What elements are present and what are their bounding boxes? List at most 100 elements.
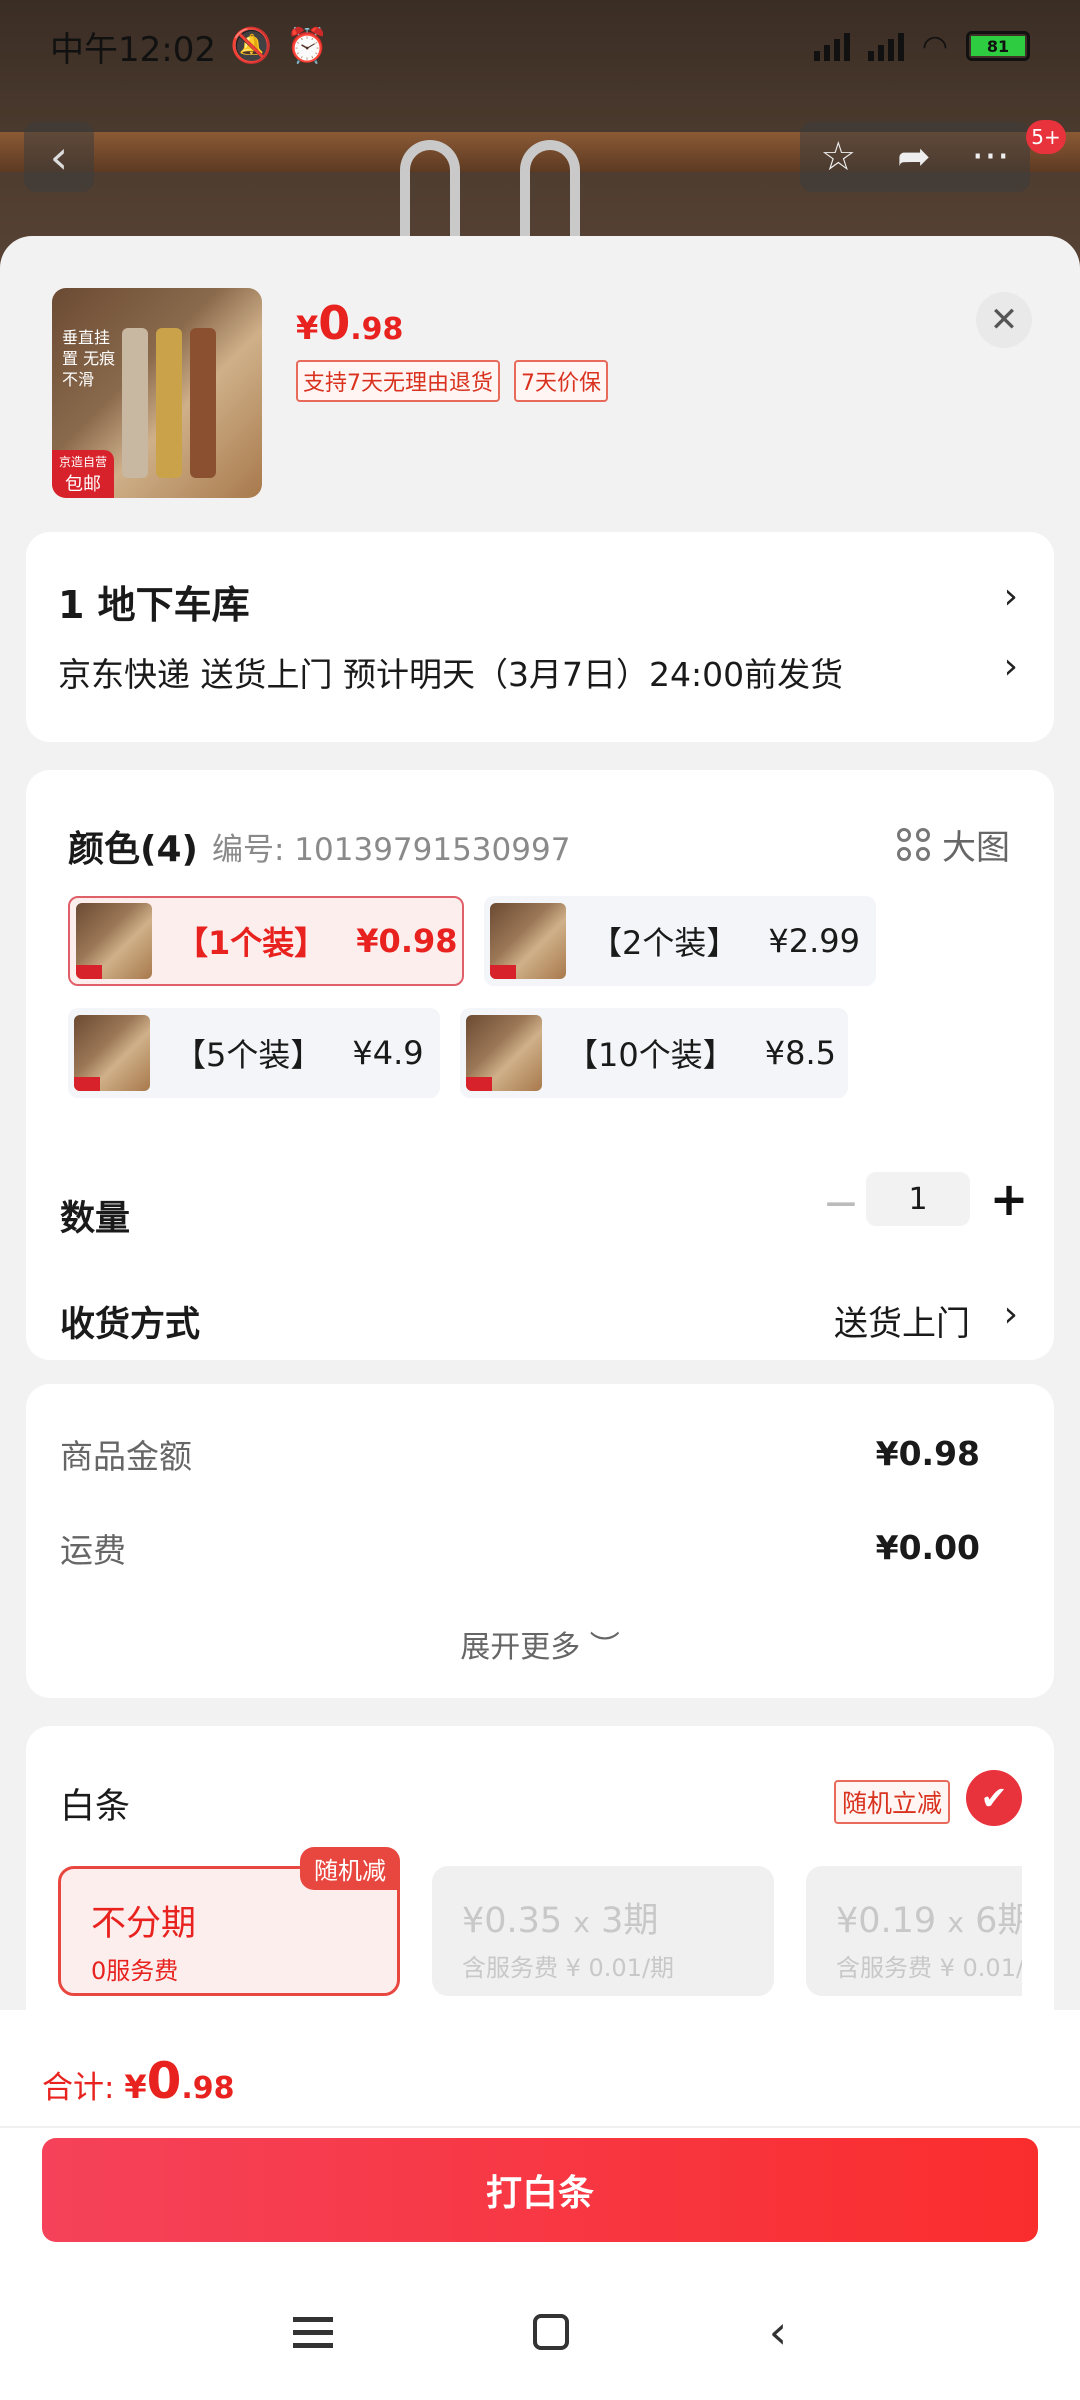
total-currency: ¥ (124, 2068, 147, 2106)
chevron-left-icon: ‹ (49, 130, 69, 184)
brand-label: 京造自营 (58, 454, 107, 469)
expand-more-button[interactable]: 展开更多 ︶ (26, 1622, 1054, 1666)
status-bar: 中午12:02 🔕 ⏰ ◠ 81 (0, 0, 1080, 92)
option-thumbnail (466, 1015, 542, 1091)
spec-option-4[interactable]: 【10个装】 ¥8.5 (460, 1008, 848, 1098)
spec-title: 颜色(4) (68, 829, 198, 870)
big-image-button[interactable]: 大图 (897, 820, 1010, 869)
product-code: 编号: 10139791530997 (212, 832, 571, 868)
option-label: 【5个装】 (174, 1036, 323, 1074)
grid-icon (897, 828, 930, 861)
plan-title: 不分期 (91, 1904, 197, 1944)
product-thumbnail[interactable]: 垂直挂置 无痕 不滑 京造自营 包邮 (52, 288, 262, 498)
random-reduce-tag: 随机减 (300, 1847, 400, 1890)
plan-title: ¥0.19 x 6期 (836, 1892, 1022, 1943)
back-button[interactable]: ‹ (24, 122, 94, 192)
scarf-decoration (190, 328, 216, 478)
address-title: 1 地下车库 (58, 583, 250, 627)
home-icon[interactable] (532, 2314, 569, 2350)
quantity-label: 数量 (60, 1199, 131, 1239)
message-badge: 5+ (1026, 120, 1066, 154)
plan-6-periods[interactable]: ¥0.19 x 6期 含服务费 ¥ 0.01/期 (806, 1866, 1022, 1996)
price-protect-tag: 7天价保 (514, 360, 608, 402)
big-image-label: 大图 (942, 828, 1010, 868)
checkout-bar: 合计: ¥0.98 打白条 ‹ (0, 2010, 1080, 2400)
option-price: ¥0.98 (356, 922, 458, 960)
plan-fee: 含服务费 ¥ 0.01/期 (462, 1954, 675, 1982)
total-label: 合计: (42, 2070, 125, 2106)
freight-value: ¥0.00 (875, 1528, 980, 1567)
star-icon[interactable]: ☆ (820, 134, 856, 180)
option-label: 【2个装】 (590, 924, 739, 962)
close-icon: ✕ (989, 300, 1019, 340)
spec-option-3[interactable]: 【5个装】 ¥4.9 (68, 1008, 440, 1098)
chevron-right-icon[interactable]: › (1004, 1294, 1018, 1335)
free-shipping-label: 包邮 (65, 473, 101, 495)
service-tags: 支持7天无理由退货 7天价保 (296, 360, 608, 402)
plus-icon: + (989, 1172, 1029, 1226)
thumbnail-text: 垂直挂置 无痕 不滑 (62, 328, 116, 389)
share-icon[interactable]: ➦ (897, 134, 931, 180)
spec-option-2[interactable]: 【2个装】 ¥2.99 (484, 896, 876, 986)
cost-card: 商品金额 ¥0.98 运费 ¥0.00 展开更多 ︶ (26, 1384, 1054, 1698)
shipping-method-label: 收货方式 (60, 1305, 201, 1345)
total-decimal: .98 (181, 2071, 235, 2106)
plan-times: x (573, 1906, 590, 1939)
scarf-decoration (122, 328, 148, 478)
wifi-icon: ◠ (921, 28, 948, 64)
status-time: 中午12:02 (50, 29, 216, 70)
option-thumbnail (490, 903, 566, 979)
plan-title: ¥0.35 x 3期 (462, 1892, 658, 1943)
option-thumbnail (74, 1015, 150, 1091)
scarf-decoration (156, 328, 182, 478)
return-policy-tag: 支持7天无理由退货 (296, 360, 500, 402)
header-actions: ☆ ➦ ··· (800, 122, 1030, 192)
plan-fee: 含服务费 ¥ 0.01/期 (836, 1954, 1022, 1982)
delivery-info: 京东快递 送货上门 预计明天（3月7日）24:00前发货 (58, 655, 844, 694)
plan-periods: 3期 (601, 1901, 659, 1941)
product-header: 垂直挂置 无痕 不滑 京造自营 包邮 ¥0.98 支持7天无理由退货 7天价保 … (52, 288, 1032, 498)
plan-amount: ¥0.19 (836, 1901, 937, 1941)
mute-icon: 🔕 (229, 26, 273, 66)
pay-with-baitiao-button[interactable]: 打白条 (42, 2138, 1038, 2242)
increase-quantity-button[interactable]: + (984, 1172, 1034, 1226)
option-price: ¥4.9 (352, 1034, 424, 1072)
quantity-stepper[interactable]: 1 (866, 1172, 970, 1226)
option-price: ¥8.5 (764, 1034, 836, 1072)
address-card[interactable]: 1 地下车库 › 京东快递 送货上门 预计明天（3月7日）24:00前发货 › (26, 532, 1054, 742)
chevron-right-icon: › (1003, 646, 1018, 687)
total-integer: 0 (146, 2052, 182, 2110)
goods-amount-value: ¥0.98 (875, 1434, 980, 1473)
plan-3-periods[interactable]: ¥0.35 x 3期 含服务费 ¥ 0.01/期 (432, 1866, 774, 1996)
goods-amount-label: 商品金额 (60, 1437, 192, 1476)
close-button[interactable]: ✕ (976, 292, 1032, 348)
alarm-icon: ⏰ (286, 26, 329, 66)
freight-label: 运费 (60, 1531, 126, 1570)
product-price: ¥0.98 (296, 296, 403, 350)
plan-amount: ¥0.35 (462, 1901, 563, 1941)
price-currency: ¥ (296, 309, 319, 347)
shipping-method-value[interactable]: 送货上门 (834, 1296, 970, 1345)
plan-no-installment[interactable]: 随机减 不分期 0服务费 (58, 1847, 400, 1996)
option-thumbnail (76, 903, 152, 979)
option-label: 【1个装】 (176, 924, 327, 962)
free-shipping-tag: 京造自营 包邮 (52, 450, 114, 498)
system-navigation: ‹ (0, 2292, 1080, 2372)
battery-level: 81 (971, 36, 1025, 56)
order-total: 合计: ¥0.98 (42, 2052, 235, 2110)
signal-icon (813, 31, 850, 61)
option-label: 【10个装】 (566, 1036, 735, 1074)
spec-card: 颜色(4) 编号: 10139791530997 大图 【1个装】 ¥0.98 … (26, 770, 1054, 1360)
minus-icon: − (822, 1177, 860, 1229)
price-integer: 0 (318, 296, 351, 350)
battery-icon: 81 (966, 31, 1030, 61)
plan-periods: 6期 (975, 1901, 1022, 1941)
divider (0, 2126, 1080, 2128)
signal-icon (867, 31, 904, 61)
more-icon[interactable]: ··· (971, 134, 1009, 180)
spec-option-1[interactable]: 【1个装】 ¥0.98 (68, 896, 464, 986)
option-price: ¥2.99 (768, 922, 860, 960)
back-icon[interactable]: ‹ (769, 2305, 787, 2359)
menu-icon[interactable] (292, 2316, 333, 2348)
decrease-quantity-button[interactable]: − (816, 1177, 866, 1229)
